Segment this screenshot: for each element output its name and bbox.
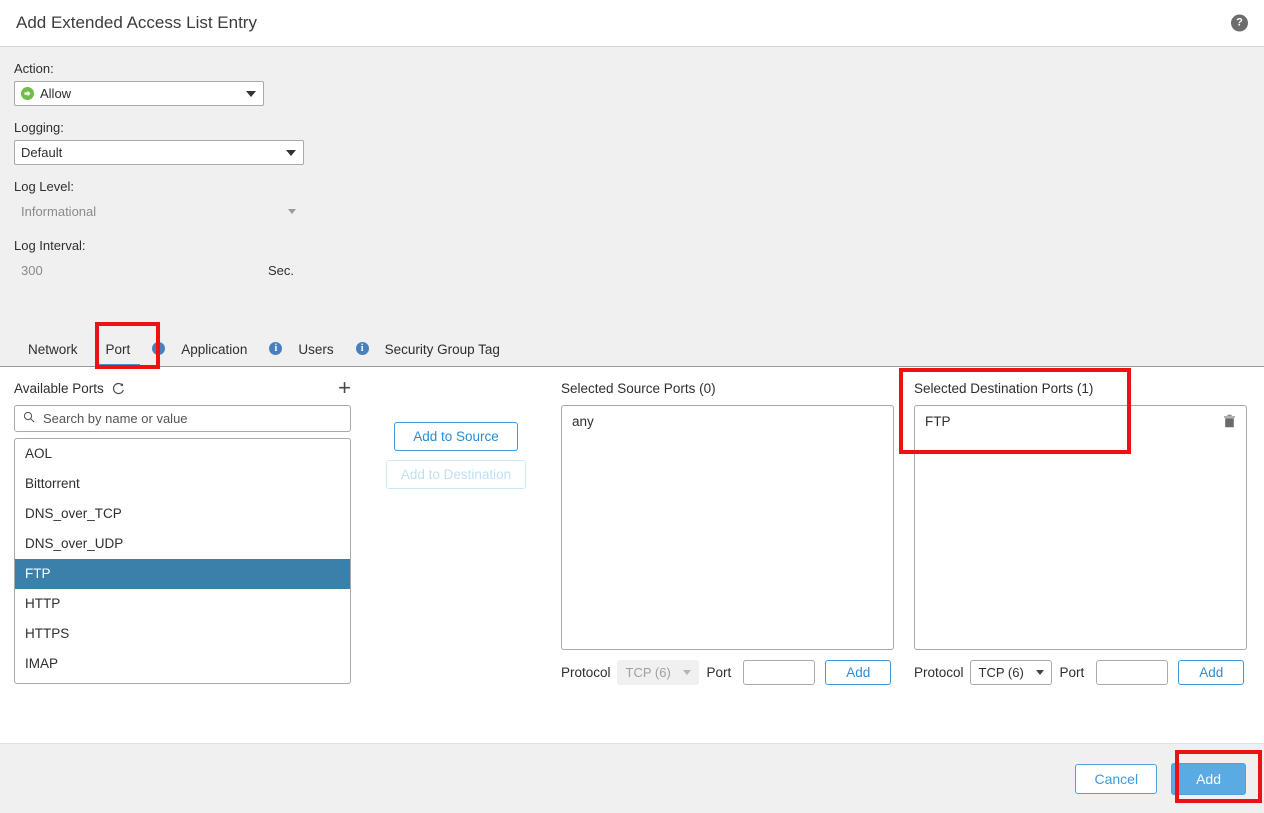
chevron-down-icon	[246, 90, 256, 97]
destination-add-button[interactable]: Add	[1178, 660, 1245, 685]
log-level-label: Log Level:	[14, 179, 74, 194]
application-info-icon[interactable]: i	[152, 342, 166, 355]
log-interval-input: 300	[21, 263, 43, 278]
source-protocol-value: TCP (6)	[625, 665, 671, 680]
dialog-footer: Cancel Add	[0, 743, 1264, 813]
users-info-icon[interactable]: i	[269, 342, 283, 355]
search-ports-box[interactable]	[14, 405, 351, 432]
search-icon	[23, 411, 35, 426]
add-to-source-button[interactable]: Add to Source	[394, 422, 518, 451]
add-to-destination-button[interactable]: Add to Destination	[385, 460, 527, 489]
help-circle-icon[interactable]: ?	[1231, 14, 1248, 32]
list-item[interactable]: HTTPS	[15, 619, 350, 649]
action-value: Allow	[40, 86, 72, 101]
source-port-label: Port	[706, 665, 732, 680]
tab-application[interactable]: Application	[167, 334, 261, 366]
destination-protocol-label: Protocol	[914, 665, 964, 680]
list-item-selected[interactable]: FTP	[15, 559, 350, 589]
logging-label: Logging:	[14, 120, 64, 135]
tab-port[interactable]: Port	[92, 334, 145, 366]
source-protocol-row: Protocol TCP (6) Port Add	[561, 660, 894, 685]
selected-source-ports-list[interactable]: any	[561, 405, 894, 650]
chevron-down-icon	[682, 670, 691, 675]
selected-source-ports-panel: Selected Source Ports (0) any Protocol T…	[561, 379, 894, 697]
destination-port-input[interactable]	[1096, 660, 1169, 685]
list-item: FTP	[915, 411, 1246, 432]
dialog-header: Add Extended Access List Entry ?	[0, 0, 1264, 47]
log-interval-unit: Sec.	[268, 263, 295, 278]
chevron-down-icon	[1035, 670, 1044, 675]
destination-port-label: Port	[1059, 665, 1085, 680]
list-item[interactable]: AOL	[15, 439, 350, 469]
source-port-input[interactable]	[743, 660, 816, 685]
list-item[interactable]: HTTP	[15, 589, 350, 619]
logging-select[interactable]: Default	[14, 140, 304, 165]
cancel-button[interactable]: Cancel	[1075, 763, 1158, 794]
list-item-label: any	[572, 414, 594, 429]
tab-users[interactable]: Users	[284, 334, 347, 366]
log-level-value: Informational	[21, 204, 97, 219]
destination-protocol-row: Protocol TCP (6) Port Add	[914, 660, 1247, 685]
list-item[interactable]: IMAP	[15, 649, 350, 679]
tab-strip: Network Port i Application i Users i Sec…	[0, 323, 1264, 367]
action-label: Action:	[14, 61, 54, 76]
allow-arrow-icon	[21, 87, 34, 100]
page-title: Add Extended Access List Entry	[16, 13, 257, 32]
log-level-select: Informational	[14, 199, 304, 224]
logging-value: Default	[21, 145, 63, 160]
security-group-tag-info-icon[interactable]: i	[355, 342, 369, 355]
logging-field: Logging: Default	[14, 120, 1250, 165]
action-field: Action: Allow	[14, 61, 1250, 106]
search-input[interactable]	[41, 410, 342, 427]
tab-network[interactable]: Network	[14, 334, 92, 366]
list-item[interactable]: DNS_over_TCP	[15, 499, 350, 529]
selected-source-ports-title: Selected Source Ports (0)	[561, 380, 716, 396]
destination-protocol-select[interactable]: TCP (6)	[969, 660, 1052, 685]
list-item[interactable]: Bittorrent	[15, 469, 350, 499]
selected-destination-ports-list[interactable]: FTP	[914, 405, 1247, 650]
log-interval-field: Log Interval: 300 Sec.	[14, 238, 1250, 283]
list-item: any	[562, 411, 893, 432]
list-item[interactable]: DNS_over_UDP	[15, 529, 350, 559]
chevron-down-icon	[288, 209, 296, 214]
log-level-field: Log Level: Informational	[14, 179, 1250, 224]
plus-icon[interactable]: +	[338, 377, 351, 399]
add-button[interactable]: Add	[1171, 762, 1246, 795]
source-protocol-select: TCP (6)	[616, 660, 699, 685]
entry-form: Action: Allow Logging: Default Log Level…	[0, 47, 1264, 367]
source-protocol-label: Protocol	[561, 665, 611, 680]
action-select[interactable]: Allow	[14, 81, 264, 106]
trash-icon[interactable]	[1223, 414, 1236, 429]
selected-destination-ports-title: Selected Destination Ports (1)	[914, 380, 1094, 396]
chevron-down-icon	[286, 149, 296, 156]
available-ports-title: Available Ports	[14, 380, 104, 396]
log-interval-label: Log Interval:	[14, 238, 86, 253]
log-interval-row: 300 Sec.	[14, 258, 1250, 283]
selected-destination-ports-panel: Selected Destination Ports (1) FTP Proto…	[914, 379, 1247, 697]
available-ports-panel: Available Ports + AOL Bittorrent DNS_ov	[14, 377, 351, 697]
port-selection-panels: Available Ports + AOL Bittorrent DNS_ov	[0, 367, 1264, 697]
available-ports-list[interactable]: AOL Bittorrent DNS_over_TCP DNS_over_UDP…	[14, 438, 351, 684]
list-item-label: FTP	[925, 414, 951, 429]
destination-protocol-value: TCP (6)	[978, 665, 1024, 680]
tab-security-group-tag[interactable]: Security Group Tag	[371, 334, 514, 366]
refresh-icon[interactable]	[112, 382, 125, 395]
source-add-button[interactable]: Add	[825, 660, 892, 685]
transfer-buttons: Add to Source Add to Destination	[351, 379, 561, 697]
available-ports-header: Available Ports +	[14, 377, 351, 399]
